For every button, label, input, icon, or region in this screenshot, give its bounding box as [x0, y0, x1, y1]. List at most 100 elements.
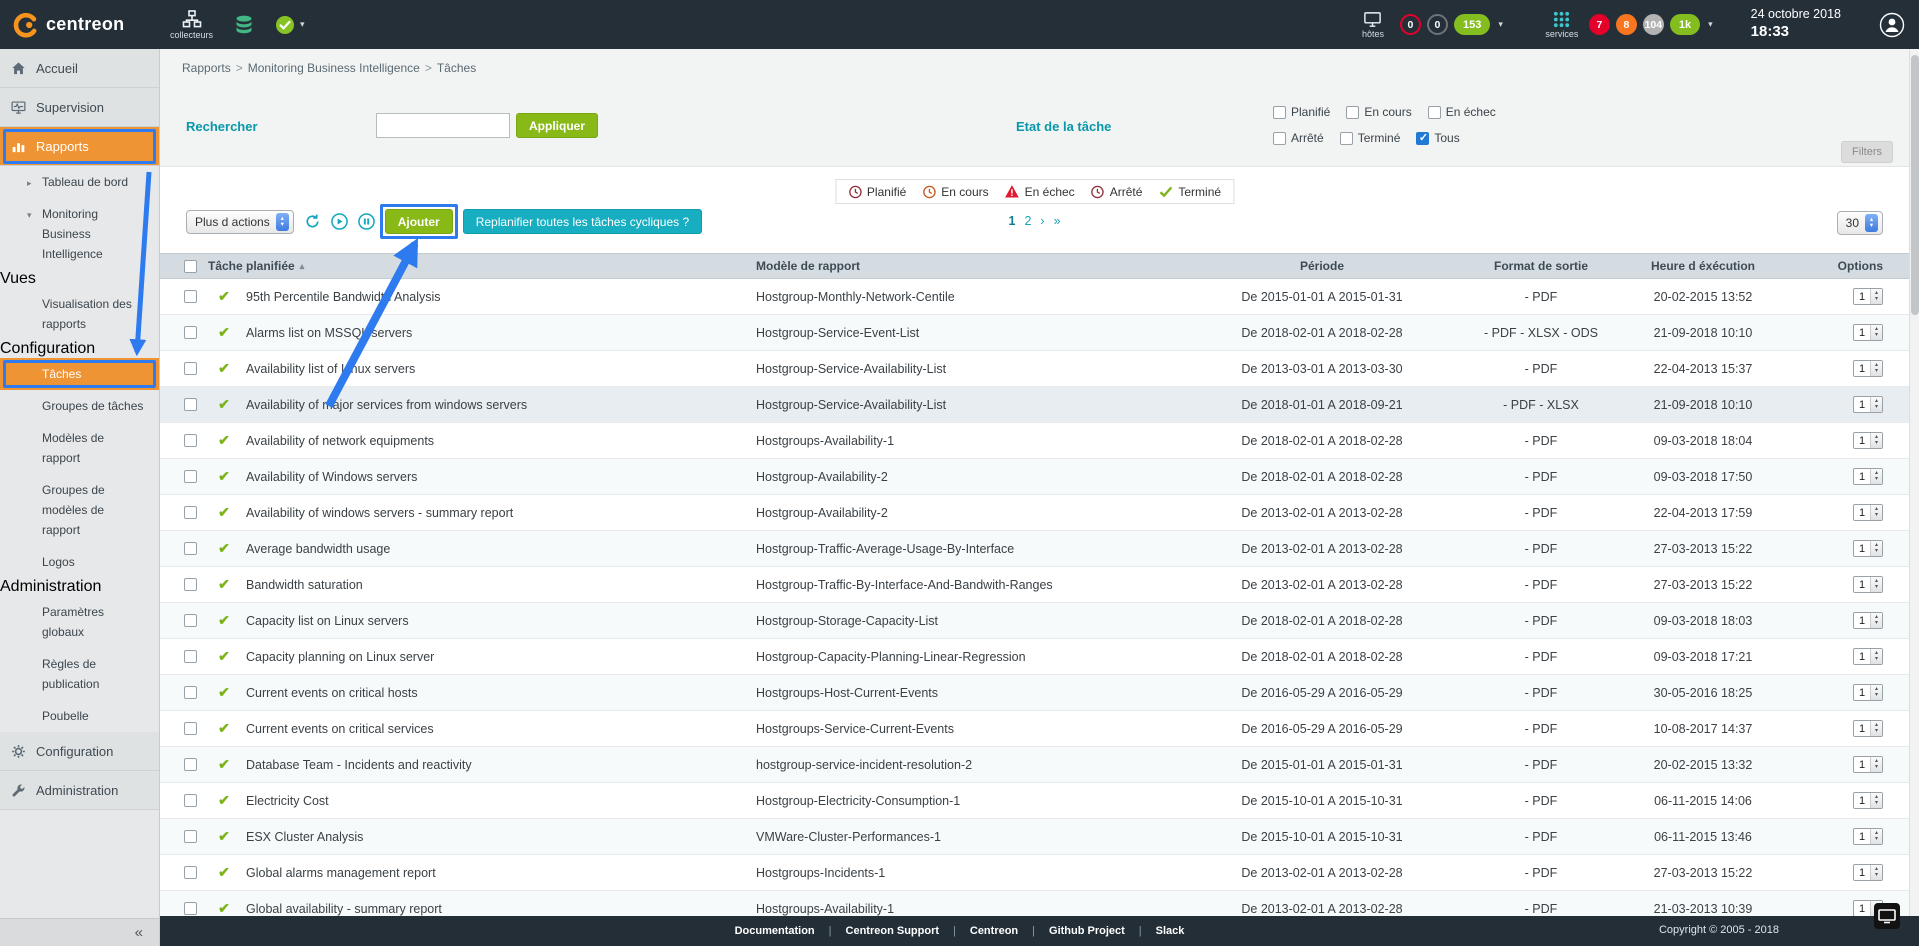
footer-link-documentation[interactable]: Documentation: [735, 925, 815, 937]
task-name[interactable]: Database Team - Incidents and reactivity: [242, 758, 742, 772]
options-spinner[interactable]: 1▴▾: [1853, 756, 1883, 773]
task-name[interactable]: Availability of Windows servers: [242, 470, 742, 484]
sidebar-item-logos[interactable]: Logos: [0, 546, 159, 578]
row-checkbox[interactable]: [184, 722, 197, 735]
more-actions-select[interactable]: Plus d actions ▴▾: [186, 210, 294, 234]
page-2[interactable]: 2: [1024, 214, 1031, 228]
options-spinner[interactable]: 1▴▾: [1853, 432, 1883, 449]
options-spinner[interactable]: 1▴▾: [1853, 540, 1883, 557]
add-button[interactable]: Ajouter: [385, 209, 453, 234]
col-time[interactable]: Heure d éxécution: [1620, 259, 1786, 273]
table-row[interactable]: ✔Electricity CostHostgroup-Electricity-C…: [160, 783, 1909, 819]
col-model[interactable]: Modèle de rapport: [742, 259, 1182, 273]
scrollbar-thumb[interactable]: [1911, 55, 1919, 315]
sidebar-item-supervision[interactable]: Supervision: [0, 88, 159, 127]
sidebar-item-modeles-de-rapport[interactable]: Modèles de rapport: [0, 422, 159, 474]
status-counter[interactable]: 0: [1400, 14, 1421, 35]
options-spinner[interactable]: 1▴▾: [1853, 360, 1883, 377]
state-filter-en-cours[interactable]: En cours: [1346, 105, 1411, 119]
row-checkbox[interactable]: [184, 470, 197, 483]
table-row[interactable]: ✔Global availability - summary reportHos…: [160, 891, 1909, 916]
status-counter[interactable]: 104: [1643, 14, 1664, 35]
sidebar-item-configuration[interactable]: Configuration: [0, 732, 159, 771]
breadcrumb-item[interactable]: Rapports: [182, 61, 231, 75]
row-checkbox[interactable]: [184, 794, 197, 807]
status-counter[interactable]: 0: [1427, 14, 1448, 35]
table-row[interactable]: ✔Database Team - Incidents and reactivit…: [160, 747, 1909, 783]
state-filter-en-échec[interactable]: En échec: [1428, 105, 1496, 119]
spinner-arrows-icon[interactable]: ▴▾: [1871, 685, 1882, 700]
table-row[interactable]: ✔95th Percentile Bandwidth AnalysisHostg…: [160, 279, 1909, 315]
options-spinner[interactable]: 1▴▾: [1853, 396, 1883, 413]
table-row[interactable]: ✔Availability of major services from win…: [160, 387, 1909, 423]
table-row[interactable]: ✔Capacity planning on Linux serverHostgr…: [160, 639, 1909, 675]
task-name[interactable]: Capacity list on Linux servers: [242, 614, 742, 628]
row-checkbox[interactable]: [184, 578, 197, 591]
options-spinner[interactable]: 1▴▾: [1853, 504, 1883, 521]
task-name[interactable]: Global availability - summary report: [242, 902, 742, 916]
footer-link-centreon[interactable]: Centreon: [970, 925, 1018, 937]
sidebar-item-tableau-de-bord[interactable]: ▸Tableau de bord: [0, 166, 159, 198]
table-row[interactable]: ✔Average bandwidth usageHostgroup-Traffi…: [160, 531, 1909, 567]
task-name[interactable]: Electricity Cost: [242, 794, 742, 808]
spinner-arrows-icon[interactable]: ▴▾: [1871, 433, 1882, 448]
options-spinner[interactable]: 1▴▾: [1853, 612, 1883, 629]
sidebar-item-groupes-de-taches[interactable]: Groupes de tâches: [0, 390, 159, 422]
hosts-status-group[interactable]: hôtes 00153 ▾: [1352, 10, 1503, 39]
spinner-arrows-icon[interactable]: ▴▾: [1871, 793, 1882, 808]
options-spinner[interactable]: 1▴▾: [1853, 648, 1883, 665]
poller-status-button[interactable]: ▾: [275, 15, 305, 35]
spinner-arrows-icon[interactable]: ▴▾: [1871, 649, 1882, 664]
row-checkbox[interactable]: [184, 506, 197, 519]
task-name[interactable]: ESX Cluster Analysis: [242, 830, 742, 844]
table-row[interactable]: ✔ESX Cluster AnalysisVMWare-Cluster-Perf…: [160, 819, 1909, 855]
sidebar-item-rapports[interactable]: Rapports: [0, 127, 159, 166]
row-checkbox[interactable]: [184, 398, 197, 411]
table-row[interactable]: ✔Global alarms management reportHostgrou…: [160, 855, 1909, 891]
pause-circle-icon[interactable]: [358, 213, 375, 230]
last-page[interactable]: »: [1054, 214, 1061, 228]
task-name[interactable]: Bandwidth saturation: [242, 578, 742, 592]
breadcrumb-item[interactable]: Tâches: [437, 61, 476, 75]
table-row[interactable]: ✔Capacity list on Linux serversHostgroup…: [160, 603, 1909, 639]
vertical-scrollbar[interactable]: [1909, 49, 1919, 916]
state-filter-planifié[interactable]: Planifié: [1273, 105, 1330, 119]
task-name[interactable]: Availability of network equipments: [242, 434, 742, 448]
status-counter[interactable]: 1k: [1670, 14, 1700, 35]
spinner-arrows-icon[interactable]: ▴▾: [1871, 829, 1882, 844]
options-spinner[interactable]: 1▴▾: [1853, 288, 1883, 305]
apply-button[interactable]: Appliquer: [516, 113, 598, 138]
row-checkbox[interactable]: [184, 650, 197, 663]
spinner-arrows-icon[interactable]: ▴▾: [1871, 613, 1882, 628]
sidebar-item-monitoring-business-intelligence[interactable]: ▾Monitoring Business Intelligence: [0, 198, 159, 270]
col-period[interactable]: Période: [1182, 259, 1462, 273]
row-checkbox[interactable]: [184, 326, 197, 339]
task-name[interactable]: 95th Percentile Bandwidth Analysis: [242, 290, 742, 304]
sidebar-item-vues[interactable]: Vues: [0, 270, 159, 288]
spinner-arrows-icon[interactable]: ▴▾: [1871, 469, 1882, 484]
sidebar-item-administration-bi[interactable]: Administration: [0, 578, 159, 596]
task-name[interactable]: Alarms list on MSSQL servers: [242, 326, 742, 340]
options-spinner[interactable]: 1▴▾: [1853, 468, 1883, 485]
table-row[interactable]: ✔Bandwidth saturationHostgroup-Traffic-B…: [160, 567, 1909, 603]
sidebar-item-visualisation-des-rapports[interactable]: Visualisation des rapports: [0, 288, 159, 340]
col-format[interactable]: Format de sortie: [1462, 259, 1620, 273]
spinner-arrows-icon[interactable]: ▴▾: [1871, 757, 1882, 772]
table-row[interactable]: ✔Availability of network equipmentsHostg…: [160, 423, 1909, 459]
search-input[interactable]: [376, 113, 510, 138]
checkbox[interactable]: [1346, 106, 1359, 119]
sidebar-item-regles-de-publication[interactable]: Règles de publication: [0, 648, 159, 700]
task-name[interactable]: Current events on critical hosts: [242, 686, 742, 700]
task-name[interactable]: Global alarms management report: [242, 866, 742, 880]
play-circle-icon[interactable]: [331, 213, 348, 230]
table-row[interactable]: ✔Current events on critical servicesHost…: [160, 711, 1909, 747]
sidebar-item-accueil[interactable]: Accueil: [0, 49, 159, 88]
sidebar-item-configuration-bi[interactable]: Configuration: [0, 340, 159, 358]
status-counter[interactable]: 7: [1589, 14, 1610, 35]
spinner-arrows-icon[interactable]: ▴▾: [1871, 505, 1882, 520]
filters-button[interactable]: Filters: [1841, 141, 1893, 163]
sidebar-item-groupes-de-modeles-de-rapport[interactable]: Groupes de modèles de rapport: [0, 474, 159, 546]
sidebar-item-administration[interactable]: Administration: [0, 771, 159, 810]
spinner-arrows-icon[interactable]: ▴▾: [1871, 541, 1882, 556]
row-checkbox[interactable]: [184, 902, 197, 915]
